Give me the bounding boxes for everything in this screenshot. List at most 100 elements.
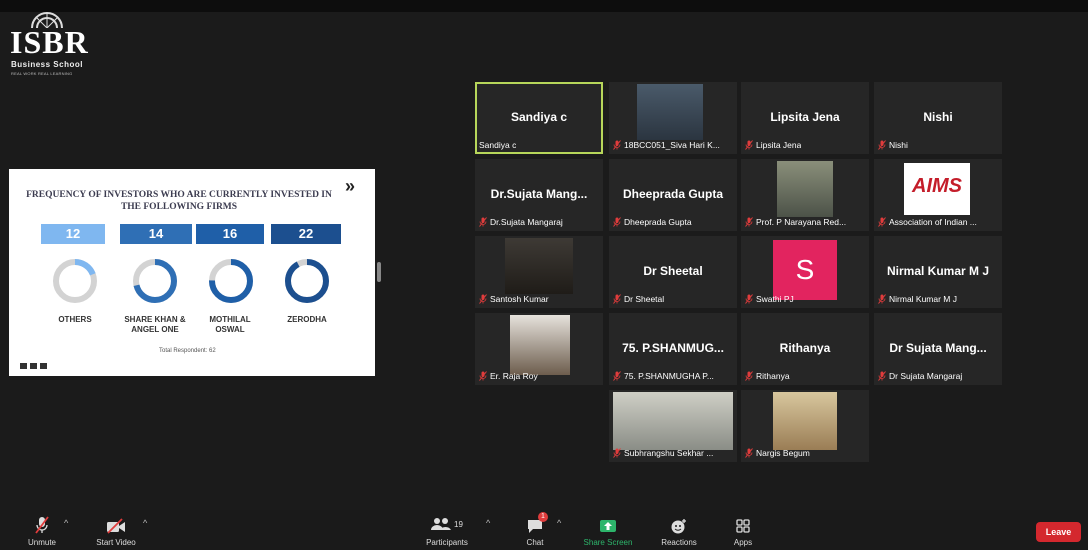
mic-muted-icon [613, 448, 621, 458]
participant-tile[interactable]: Rithanya Rithanya [741, 313, 869, 385]
participant-tile[interactable]: Dr Sheetal Dr Sheetal [609, 236, 737, 308]
chevron-right-icon: » [345, 176, 356, 196]
participant-display-name: Dheeprada Gupta [622, 187, 724, 201]
participant-tile[interactable]: Santosh Kumar [475, 236, 603, 308]
participant-tile[interactable]: Subhrangshu Sekhar ... [609, 390, 737, 462]
unmute-label: Unmute [27, 538, 56, 547]
start-video-label: Start Video [96, 538, 136, 547]
mic-muted-icon [613, 217, 621, 227]
participant-tile[interactable]: Dr Sujata Mang... Dr Sujata Mangaraj [874, 313, 1002, 385]
participant-name-text: Prof. P Narayana Red... [756, 217, 847, 227]
participant-tile[interactable]: Dheeprada Gupta Dheeprada Gupta [609, 159, 737, 231]
mic-muted-icon [878, 217, 886, 227]
participant-name-text: Er. Raja Roy [490, 371, 538, 381]
participant-name-text: Dheeprada Gupta [624, 217, 692, 227]
chat-options-caret[interactable]: ^ [557, 518, 561, 528]
participant-name-text: 18BCC051_Siva Hari K... [624, 140, 720, 150]
participant-name-label: Dheeprada Gupta [613, 217, 692, 227]
participant-display-name: Dr Sujata Mang... [889, 341, 987, 355]
slide-bar-3: 16 [196, 224, 264, 244]
participant-name-label: Association of Indian ... [878, 217, 977, 227]
video-options-caret[interactable]: ^ [143, 518, 147, 528]
slide-total-respondents: Total Respondent: 62 [159, 348, 216, 354]
participant-video [777, 161, 833, 217]
isbr-logo: ISBR Business School REAL WORK REAL LEAR… [8, 10, 98, 80]
participant-name-label: Nirmal Kumar M J [878, 294, 957, 304]
participant-name-label: 18BCC051_Siva Hari K... [613, 140, 720, 150]
unmute-button[interactable]: Unmute [22, 514, 62, 547]
participants-options-caret[interactable]: ^ [486, 518, 490, 528]
participant-tile[interactable]: S Swathi PJ [741, 236, 869, 308]
participant-video [773, 392, 837, 450]
mic-muted-icon [745, 294, 753, 304]
participant-avatar: S [773, 240, 837, 300]
participant-tile[interactable]: 18BCC051_Siva Hari K... [609, 82, 737, 154]
mic-muted-icon [745, 448, 753, 458]
logo-subtitle: Business School [11, 60, 83, 69]
participant-tile[interactable]: Dr.Sujata Mang... Dr.Sujata Mangaraj [475, 159, 603, 231]
logo-wordmark: ISBR [10, 24, 89, 60]
participant-name-text: Sandiya c [479, 140, 517, 150]
participant-tile[interactable]: Nargis Begum [741, 390, 869, 462]
participant-display-name: Nirmal Kumar M J [886, 264, 990, 278]
participant-name-text: Association of Indian ... [889, 217, 977, 227]
slide-label-others: OTHERS [58, 315, 92, 324]
participant-name-label: Santosh Kumar [479, 294, 549, 304]
mic-muted-icon [878, 371, 886, 381]
participant-name-text: Dr Sheetal [624, 294, 665, 304]
participant-tile[interactable]: Nishi Nishi [874, 82, 1002, 154]
participant-name-label: Dr Sheetal [613, 294, 664, 304]
participant-video [505, 238, 573, 294]
participant-tile[interactable]: Sandiya c Sandiya c [475, 82, 603, 154]
slide-dots-decoration [20, 356, 70, 369]
participant-name-label: Swathi PJ [745, 294, 794, 304]
apps-label: Apps [733, 538, 753, 547]
meeting-toolbar: Unmute ^ Start Video ^ 19 Participants ^… [0, 510, 1088, 550]
participant-name-text: Nishi [889, 140, 908, 150]
participant-tile[interactable]: AIMS Association of Indian ... [874, 159, 1002, 231]
share-screen-button[interactable]: Share Screen [578, 514, 638, 547]
video-off-icon [107, 518, 125, 534]
chat-button[interactable]: 1 Chat [518, 512, 552, 547]
slide-label-mothilal: MOTHILAL OSWAL [209, 315, 251, 334]
participant-name-text: Nargis Begum [756, 448, 810, 458]
participant-name-label: Subhrangshu Sekhar ... [613, 448, 713, 458]
participant-name-text: Dr.Sujata Mangaraj [490, 217, 563, 227]
participant-name-text: Santosh Kumar [490, 294, 549, 304]
reactions-label: Reactions [661, 538, 697, 547]
participant-name-label: Lipsita Jena [745, 140, 801, 150]
mic-muted-icon [613, 294, 621, 304]
participant-tile[interactable]: Nirmal Kumar M J Nirmal Kumar M J [874, 236, 1002, 308]
mic-muted-icon [745, 371, 753, 381]
participant-name-label: Nargis Begum [745, 448, 810, 458]
reactions-button[interactable]: Reactions [655, 514, 703, 547]
participant-name-label: Nishi [878, 140, 908, 150]
participant-name-label: Er. Raja Roy [479, 371, 538, 381]
chat-label: Chat [526, 538, 544, 547]
participant-tile[interactable]: Lipsita Jena Lipsita Jena [741, 82, 869, 154]
start-video-button[interactable]: Start Video [90, 514, 142, 547]
participant-video [510, 315, 570, 375]
mic-muted-icon [479, 217, 487, 227]
participant-name-label: Dr.Sujata Mangaraj [479, 217, 563, 227]
participant-name-text: Nirmal Kumar M J [889, 294, 958, 304]
participant-name-text: Subhrangshu Sekhar ... [624, 448, 714, 458]
participant-display-name: Dr Sheetal [643, 264, 703, 278]
logo-tagline: REAL WORK REAL LEARNING [11, 71, 73, 76]
audio-options-caret[interactable]: ^ [64, 518, 68, 528]
participant-tile[interactable]: Prof. P Narayana Red... [741, 159, 869, 231]
participant-name-text: Swathi PJ [756, 294, 794, 304]
share-screen-label: Share Screen [583, 538, 633, 547]
participant-name-label: Rithanya [745, 371, 790, 381]
apps-button[interactable]: Apps [726, 514, 760, 547]
participant-tile[interactable]: 75. P.SHANMUG... 75. P.SHANMUGHA P... [609, 313, 737, 385]
participant-display-name: 75. P.SHANMUG... [622, 341, 724, 355]
participant-tile[interactable]: Er. Raja Roy [475, 313, 603, 385]
split-resize-handle[interactable] [377, 262, 381, 282]
slide-label-sharekhan: SHARE KHAN & ANGEL ONE [124, 315, 186, 334]
share-screen-icon [600, 520, 616, 532]
apps-icon [736, 519, 750, 533]
slide-title: FREQUENCY OF INVESTORS WHO ARE CURRENTLY… [26, 190, 332, 212]
leave-button[interactable]: Leave [1036, 522, 1081, 542]
participants-button[interactable]: 19 Participants [420, 514, 474, 547]
